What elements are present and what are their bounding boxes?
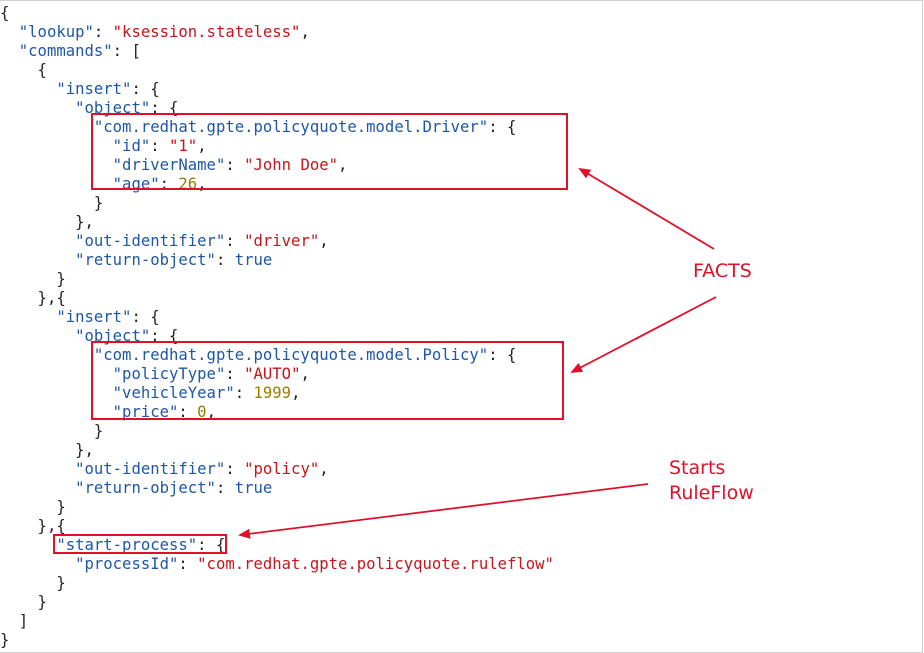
facts-label: FACTS [693, 260, 752, 282]
starts-ruleflow-label-line2: RuleFlow [669, 482, 754, 504]
annotation-arrows [238, 167, 717, 539]
facts-arrow-driver [578, 167, 715, 250]
starts-ruleflow-label-line1: Starts [669, 457, 726, 479]
ruleflow-arrow [238, 483, 649, 539]
facts-arrow-policy [570, 296, 717, 373]
